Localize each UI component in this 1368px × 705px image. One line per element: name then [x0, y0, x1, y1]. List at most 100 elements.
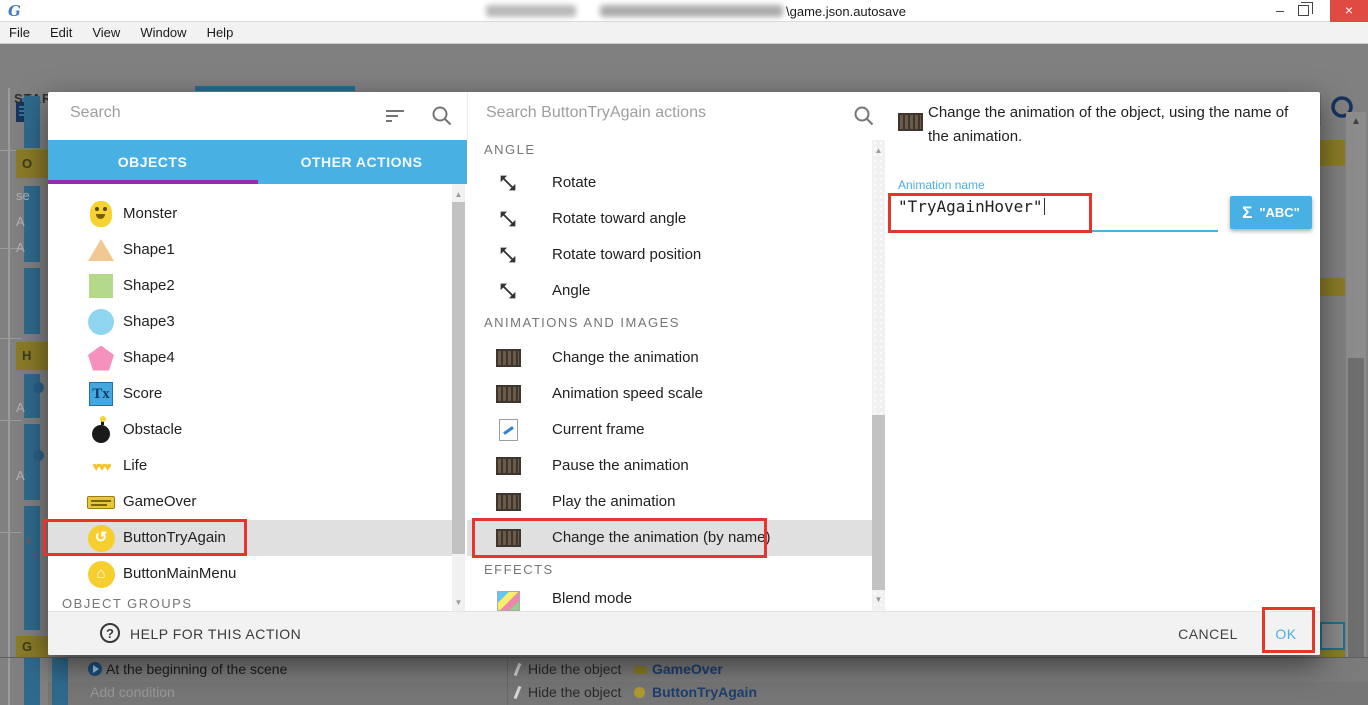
triangle-icon [88, 239, 114, 261]
title-bar: G \game.json.autosave – × [0, 0, 1368, 22]
object-row-buttonmainmenu[interactable]: ⌂ ButtonMainMenu [48, 556, 452, 592]
action-row-rotate-toward-position[interactable]: Rotate toward position [467, 237, 872, 273]
menu-window[interactable]: Window [130, 25, 196, 40]
condition-icon [33, 450, 44, 461]
begin-scene-icon [88, 662, 102, 676]
scroll-up-icon[interactable]: ▲ [452, 190, 465, 199]
object-row-shape3[interactable]: Shape3 [48, 304, 452, 340]
event-bar [52, 658, 68, 705]
sigma-icon: Σ [1242, 203, 1252, 223]
action-row-rotate-toward-angle[interactable]: Rotate toward angle [467, 201, 872, 237]
menu-view[interactable]: View [82, 25, 130, 40]
home-button-icon: ⌂ [88, 561, 115, 588]
bomb-icon [92, 425, 110, 443]
section-effects: EFFECTS [484, 562, 554, 577]
object-row-shape4[interactable]: Shape4 [48, 340, 452, 376]
menu-edit[interactable]: Edit [40, 25, 82, 40]
menu-file[interactable]: File [0, 25, 40, 40]
film-icon [496, 349, 521, 367]
hearts-icon: ♥♥♥ [92, 459, 109, 474]
active-tab-underline [48, 180, 258, 184]
scroll-up-icon[interactable]: ▲ [872, 146, 885, 155]
condition-icon [33, 382, 44, 393]
menu-help[interactable]: Help [197, 25, 244, 40]
film-icon [496, 457, 521, 475]
restore-button[interactable] [1298, 5, 1309, 16]
minimize-button[interactable]: – [1266, 2, 1294, 20]
annotation-box-buttontryagain [43, 519, 247, 556]
event-bar [24, 374, 40, 418]
toolbar [0, 44, 1368, 88]
gameover-mini-icon [634, 666, 647, 674]
blend-mode-icon [497, 591, 520, 611]
action-description: Change the animation of the object, usin… [928, 101, 1310, 149]
blurred-title-segment [486, 5, 576, 17]
scroll-down-icon[interactable]: ▼ [872, 595, 885, 604]
help-link[interactable]: HELP FOR THIS ACTION [130, 626, 301, 642]
scroll-down-icon[interactable]: ▼ [452, 598, 465, 607]
object-row-shape2[interactable]: Shape2 [48, 268, 452, 304]
event-bar [24, 506, 40, 630]
add-condition-link[interactable]: Add condition [90, 684, 175, 700]
fold-chevron-icon[interactable]: ▾ [26, 534, 32, 548]
action-row-angle[interactable]: Angle [467, 273, 872, 309]
events-margin-line [8, 88, 10, 705]
frame-icon [499, 419, 518, 441]
window-title: \game.json.autosave [786, 4, 906, 19]
film-icon [496, 493, 521, 511]
search-icon [431, 105, 453, 132]
event-bar [24, 424, 40, 500]
highlighted-event [1320, 278, 1345, 296]
choose-action-dialog: OBJECTS OTHER ACTIONS Monster Shape1 Sha… [48, 92, 1320, 655]
action-row-pause-animation[interactable]: Pause the animation [467, 448, 872, 484]
square-icon [89, 274, 113, 298]
close-button[interactable]: × [1330, 0, 1368, 22]
dialog-footer: ? HELP FOR THIS ACTION CANCEL OK [48, 611, 1320, 655]
help-icon[interactable]: ? [100, 623, 120, 643]
action-row-current-frame[interactable]: Current frame [467, 412, 872, 448]
tab-indicator [195, 86, 355, 91]
highlighted-event [16, 342, 48, 370]
app-logo-icon: G [8, 2, 21, 20]
action-row-change-animation[interactable]: Change the animation [467, 340, 872, 376]
action-row-rotate[interactable]: Rotate [467, 165, 872, 201]
tab-other-actions[interactable]: OTHER ACTIONS [257, 140, 466, 184]
actions-scrollbar-thumb[interactable] [872, 415, 885, 590]
object-row-monster[interactable]: Monster [48, 196, 452, 232]
rotate-arrow-icon [495, 206, 521, 232]
object-groups-header: OBJECT GROUPS [62, 596, 193, 611]
screen: G \game.json.autosave – × File Edit View… [0, 0, 1368, 705]
event-bar [24, 96, 40, 148]
action-row-animation-speed[interactable]: Animation speed scale [467, 376, 872, 412]
circle-icon [88, 309, 114, 335]
menu-bar: File Edit View Window Help [0, 22, 1368, 44]
rotate-arrow-icon [495, 242, 521, 268]
expression-editor-button[interactable]: Σ "ABC" [1230, 196, 1312, 229]
tab-objects[interactable]: OBJECTS [48, 140, 257, 184]
rotate-arrow-icon [495, 170, 521, 196]
events-scrollbar-thumb[interactable] [1348, 358, 1364, 658]
scroll-up-icon[interactable]: ▲ [1346, 116, 1366, 127]
cancel-button[interactable]: CANCEL [1163, 626, 1253, 642]
action-object-name[interactable]: ButtonTryAgain [652, 684, 757, 700]
action-object-name[interactable]: GameOver [652, 661, 723, 677]
search-icon [853, 105, 875, 132]
object-row-shape1[interactable]: Shape1 [48, 232, 452, 268]
action-row-blend-mode[interactable]: Blend mode [467, 586, 872, 611]
object-search-input[interactable] [70, 104, 370, 122]
filter-icon[interactable] [385, 107, 405, 125]
object-row-gameover[interactable]: GameOver [48, 484, 452, 520]
object-row-score[interactable]: Tx Score [48, 376, 452, 412]
action-search-input[interactable] [486, 104, 826, 122]
object-row-life[interactable]: ♥♥♥ Life [48, 448, 452, 484]
monster-icon [90, 201, 112, 227]
buttontryagain-mini-icon [634, 687, 645, 698]
section-angle: ANGLE [484, 142, 536, 157]
annotation-box-ok-button [1262, 607, 1315, 653]
text-object-icon: Tx [89, 382, 113, 406]
action-row-play-animation[interactable]: Play the animation [467, 484, 872, 520]
objects-scrollbar-thumb[interactable] [452, 202, 465, 554]
object-tabs: OBJECTS OTHER ACTIONS [48, 140, 467, 184]
object-row-obstacle[interactable]: Obstacle [48, 412, 452, 448]
condition-text[interactable]: At the beginning of the scene [106, 661, 287, 677]
